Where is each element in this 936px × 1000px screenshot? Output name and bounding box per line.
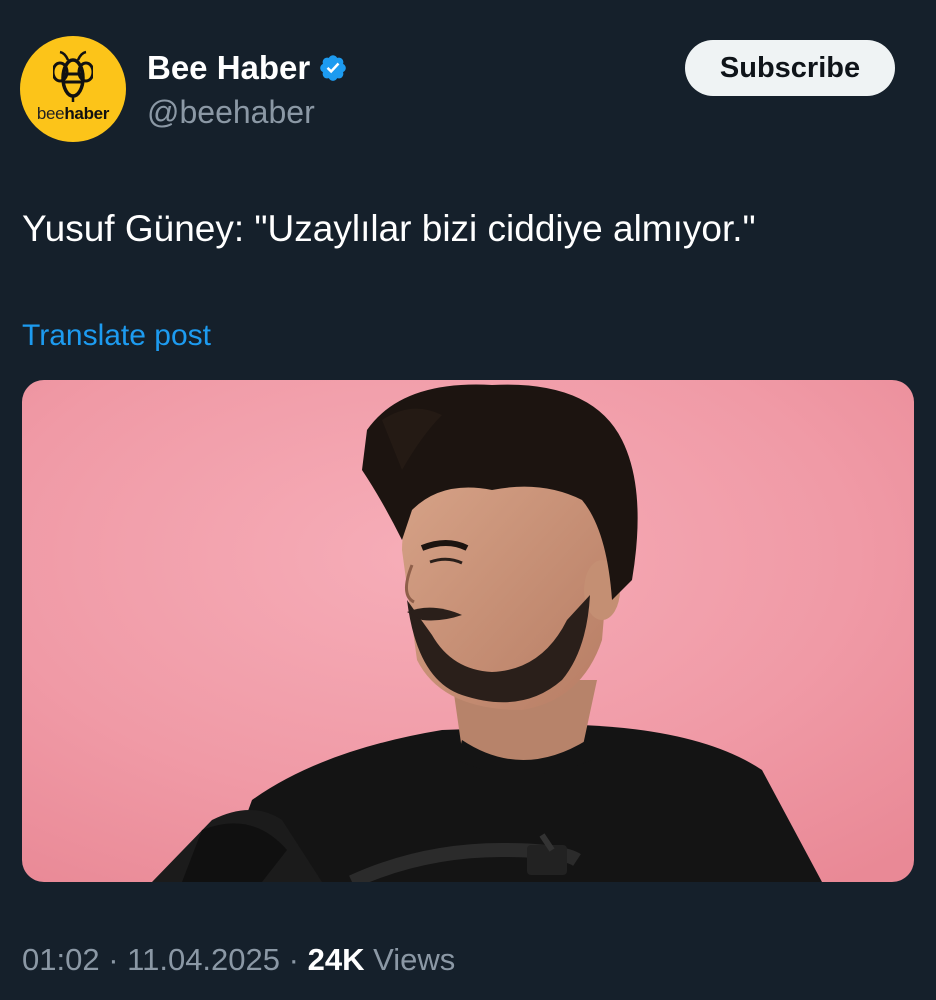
translate-post-link[interactable]: Translate post <box>22 316 211 356</box>
post-media-image[interactable] <box>22 380 914 882</box>
display-name-text[interactable]: Bee Haber <box>147 47 310 89</box>
post-metadata: 01:02 · 11.04.2025 · 24K Views <box>22 938 455 982</box>
account-display-name[interactable]: Bee Haber <box>147 47 348 89</box>
verified-badge-icon <box>320 55 347 81</box>
post-time[interactable]: 01:02 <box>22 942 100 977</box>
avatar-logo-text: beehaber <box>36 104 110 123</box>
views-count[interactable]: 24K <box>308 942 365 977</box>
account-avatar[interactable]: beehaber <box>20 36 126 142</box>
post-text: Yusuf Güney: "Uzaylılar bizi ciddiye alm… <box>22 208 756 249</box>
post-date[interactable]: 11.04.2025 <box>127 942 280 977</box>
meta-separator: · <box>288 942 299 977</box>
views-label: Views <box>373 942 456 977</box>
photo-person-portrait <box>22 380 914 882</box>
account-handle[interactable]: @beehaber <box>147 92 315 132</box>
bee-icon <box>53 50 93 102</box>
meta-separator: · <box>108 942 119 977</box>
subscribe-button[interactable]: Subscribe <box>685 40 895 96</box>
